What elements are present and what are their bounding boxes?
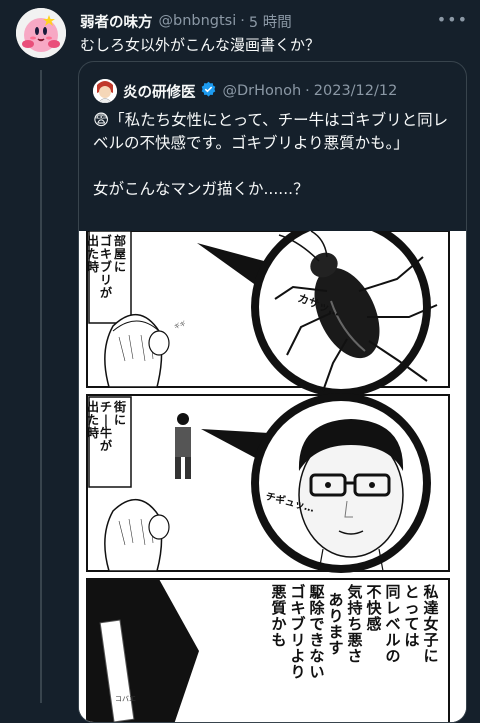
quote-tweet-card[interactable]: 炎の研修医 @DrHonoh · 2023/12/12 😨「私たち女性にとって、…: [78, 61, 467, 723]
reply-time[interactable]: 5 時間: [249, 11, 292, 32]
manga-image[interactable]: 部屋に ゴキブリが 出た時 ギギ カサッ… 街に チ|牛が 出た時 チギュッ… …: [79, 231, 466, 722]
panel3-text-col: 悪質かも: [271, 583, 286, 649]
panel3-text-col: 私達女子に: [422, 583, 438, 665]
panel2-caption-col-2: チ|牛が: [100, 400, 112, 453]
quote-handle[interactable]: @DrHonoh: [223, 83, 302, 99]
quote-date[interactable]: 2023/12/12: [314, 83, 398, 99]
quote-header: 炎の研修医 @DrHonoh · 2023/12/12: [93, 79, 397, 103]
small-label: コバエ: [115, 695, 136, 703]
manga-panel-2: 街に チ|牛が 出た時 チギュッ…: [86, 393, 450, 573]
quote-display-name[interactable]: 炎の研修医: [123, 81, 196, 102]
panel3-text-col: あります: [328, 591, 343, 657]
panel3-text-col: 駆除できない: [309, 583, 325, 681]
more-options-icon[interactable]: •••: [437, 10, 468, 29]
panel3-text-col: 気持ち悪さ: [347, 583, 362, 665]
manga-panel-1: 部屋に ゴキブリが 出た時 ギギ カサッ…: [86, 231, 450, 397]
panel2-caption-col-1: 街に: [113, 399, 126, 427]
quote-text: 😨「私たち女性にとって、チー牛はゴキブリと同レベルの不快感です。ゴキブリより悪質…: [93, 109, 453, 201]
panel3-text-col: 同レベルの: [385, 583, 400, 665]
panel1-caption-col-1: 部屋に: [114, 233, 126, 274]
quote-line-1: 「私たち女性にとって、チー牛はゴキブリと同レベルの不快感です。ゴキブリより悪質か…: [93, 111, 449, 152]
panel3-text-col: ゴキブリより: [290, 583, 305, 681]
fearful-face-emoji: 😨: [93, 111, 110, 129]
separator-dot: ·: [305, 83, 310, 99]
reply-handle[interactable]: @bnbngtsi: [159, 13, 237, 29]
panel3-text-col: 不快感: [366, 583, 382, 633]
kirby-avatar-icon[interactable]: [16, 8, 66, 58]
reply-text: むしろ女以外がこんな漫画書くか？: [80, 36, 321, 54]
panel1-caption-col-3: 出た時: [87, 233, 99, 274]
manga-panel-3: コバエ 私達女子にとっては同レベルの不快感気持ち悪さあります駆除できないゴキブリ…: [86, 578, 450, 722]
reply-header: 弱者の味方 @bnbngtsi · 5 時間: [80, 10, 470, 32]
doctor-avatar-icon: [93, 79, 117, 103]
verified-badge-icon: [200, 81, 217, 102]
panel1-caption-col-2: ゴキブリが: [100, 233, 112, 300]
separator-dot: ·: [240, 13, 245, 29]
panel3-text-col: とっては: [404, 583, 419, 649]
thread-line: [40, 70, 42, 703]
panel2-caption-col-3: 出た時: [87, 399, 99, 440]
reply-display-name[interactable]: 弱者の味方: [80, 11, 153, 32]
quote-line-2: 女がこんなマンガ描くか......？: [93, 180, 309, 198]
